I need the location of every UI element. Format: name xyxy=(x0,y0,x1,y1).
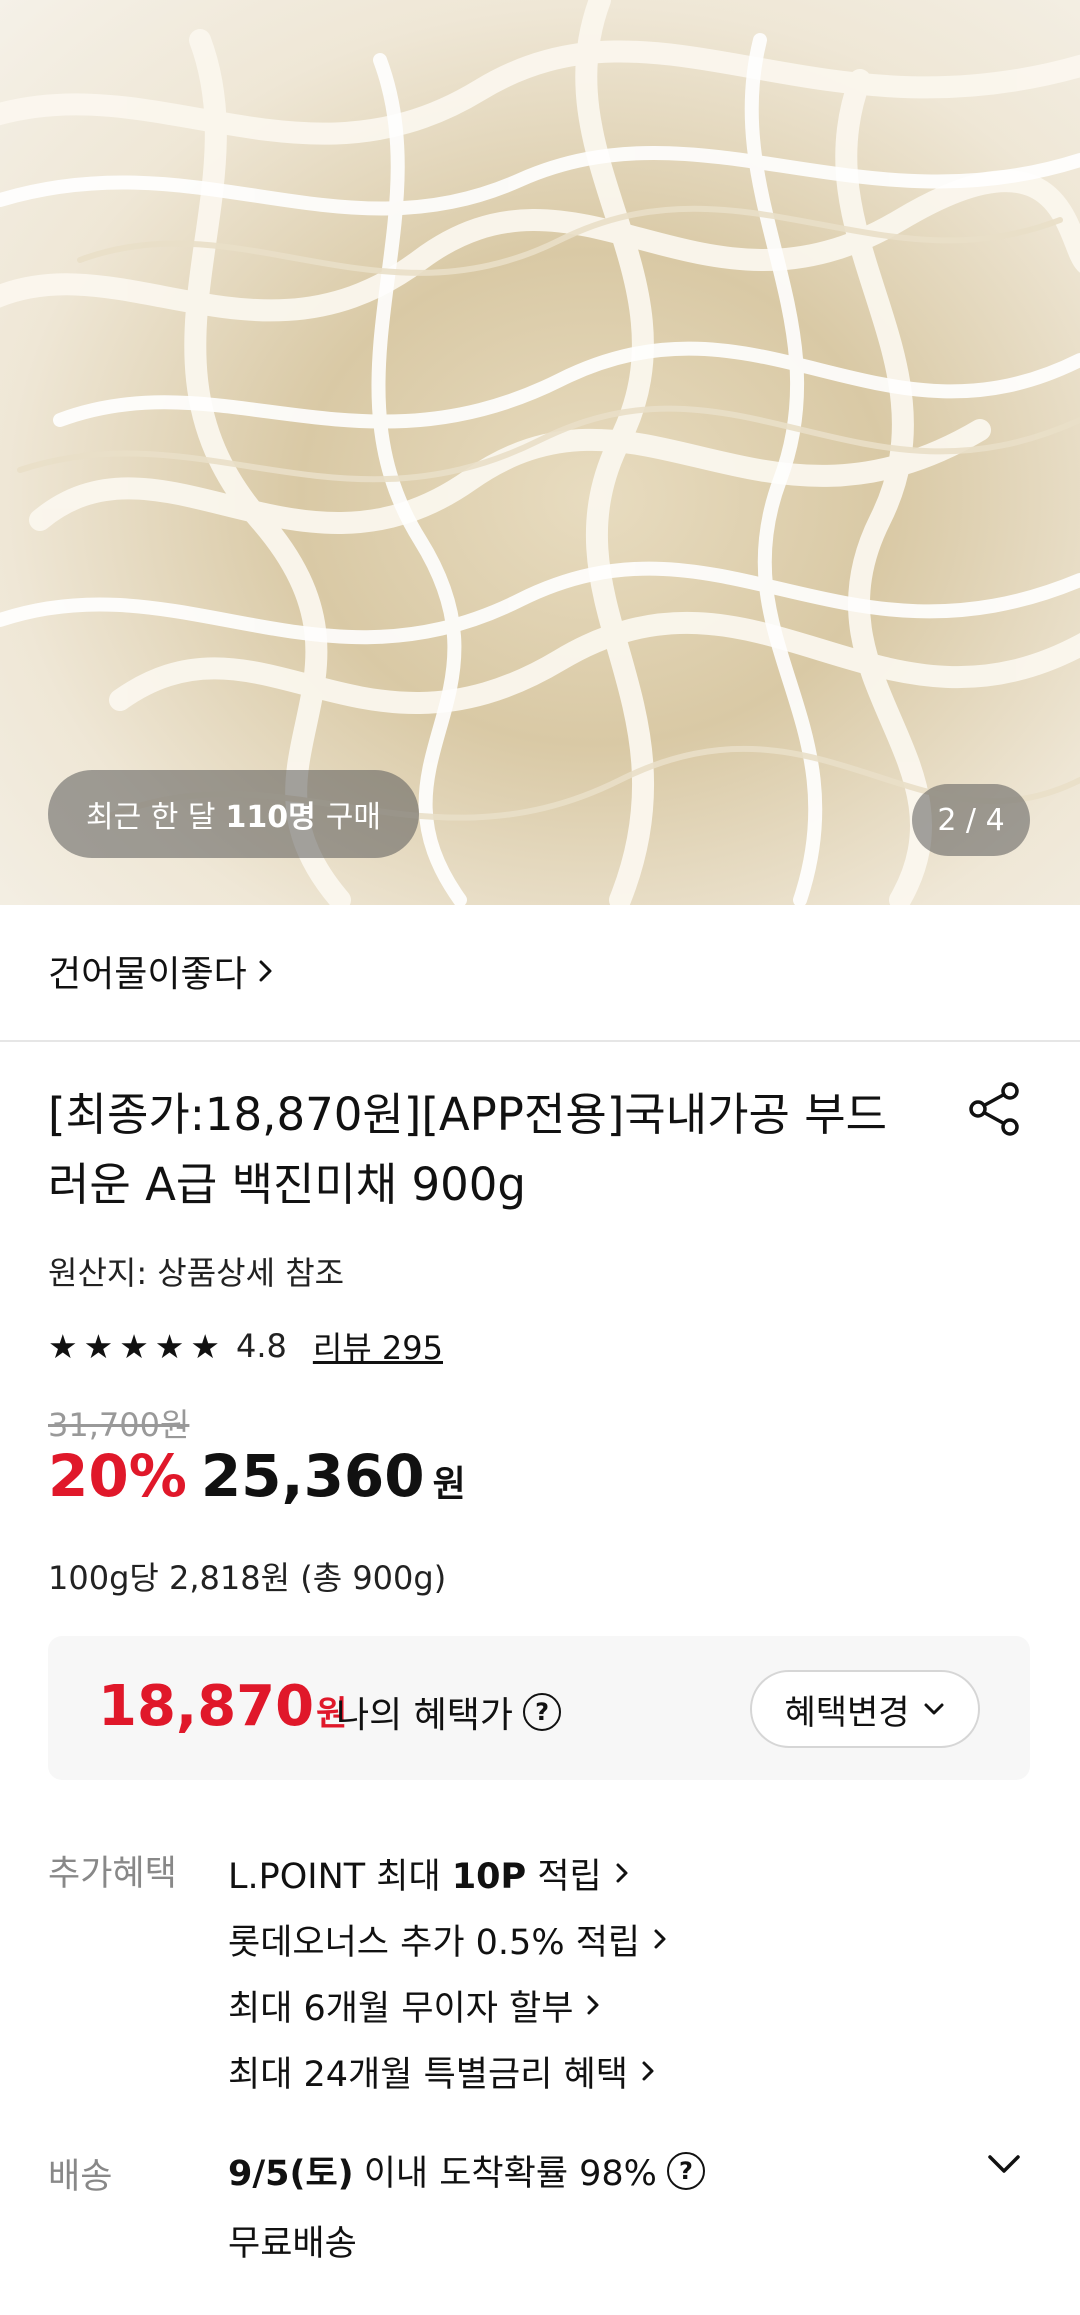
benefit-label-text: 나의 혜택가 xyxy=(336,1695,514,1736)
chevron-right-icon xyxy=(259,960,272,982)
extra-benefit-text: 최대 24개월 특별금리 혜택 xyxy=(228,2054,628,2095)
section-divider xyxy=(0,1040,1080,1042)
sale-price-unit: 원 xyxy=(432,1464,466,1505)
recent-purchase-count: 110명 xyxy=(225,800,316,835)
shipping-estimate: 9/5(토) 이내 도착확률 98% ? xyxy=(228,2145,705,2196)
rating-value: 4.8 xyxy=(235,1327,287,1365)
star-rating: ★ ★ ★ ★ ★ xyxy=(48,1330,220,1363)
recent-purchase-suffix: 구매 xyxy=(325,800,381,835)
store-link[interactable]: 건어물이좋다 xyxy=(48,945,277,997)
star-icon: ★ xyxy=(119,1326,149,1366)
benefit-price: 18,870 원 xyxy=(98,1674,347,1739)
benefit-label: 나의 혜택가 ? xyxy=(336,1686,562,1738)
review-link[interactable]: 리뷰 295 xyxy=(313,1323,443,1369)
extra-benefit-text: 적립 xyxy=(526,1856,602,1897)
image-page-indicator: 2 / 4 xyxy=(912,784,1030,856)
share-button[interactable] xyxy=(966,1080,1024,1138)
shipping-expand-button[interactable] xyxy=(984,2150,1024,2182)
extra-benefit-text: 최대 6개월 무이자 할부 xyxy=(228,1988,574,2029)
discount-rate: 20% xyxy=(48,1442,187,1510)
shipping-probability: 이내 도착확률 98% xyxy=(363,2154,657,2194)
help-icon[interactable]: ? xyxy=(523,1693,562,1731)
unit-price: 100g당 2,818원 (총 900g) xyxy=(48,1559,447,1597)
rating-row: ★ ★ ★ ★ ★ 4.8 리뷰 295 xyxy=(48,1323,443,1369)
shipping-fee: 무료배송 xyxy=(228,2224,357,2264)
recent-purchase-prefix: 최근 한 달 xyxy=(86,800,216,835)
product-image[interactable]: 최근 한 달 110명 구매 2 / 4 xyxy=(0,0,1080,905)
chevron-right-icon xyxy=(587,1995,599,2015)
origin-info: 원산지: 상품상세 참조 xyxy=(48,1254,345,1292)
store-name: 건어물이좋다 xyxy=(48,954,247,995)
extra-benefit-installment[interactable]: 최대 6개월 무이자 할부 xyxy=(228,1972,670,2038)
benefit-price-value: 18,870 xyxy=(98,1674,315,1739)
change-benefit-button[interactable]: 혜택변경 xyxy=(750,1670,980,1748)
sale-price: 25,360 xyxy=(200,1442,425,1510)
extra-benefit-text: 롯데오너스 추가 0.5% 적립 xyxy=(228,1922,641,1963)
star-icon: ★ xyxy=(83,1326,114,1366)
chevron-right-icon xyxy=(654,1929,666,1949)
recent-purchase-badge: 최근 한 달 110명 구매 xyxy=(48,770,419,858)
extra-benefits-label: 추가혜택 xyxy=(48,1854,177,1894)
star-icon: ★ xyxy=(48,1326,78,1366)
chevron-right-icon xyxy=(616,1863,628,1883)
change-benefit-label: 혜택변경 xyxy=(784,1692,910,1733)
extra-benefit-lpoint[interactable]: L.POINT 최대 10P 적립 xyxy=(228,1840,670,1906)
extra-benefit-special-rate[interactable]: 최대 24개월 특별금리 혜택 xyxy=(228,2038,670,2104)
extra-benefit-lotte-owners[interactable]: 롯데오너스 추가 0.5% 적립 xyxy=(228,1906,670,1972)
price-row: 20% 25,360 원 xyxy=(48,1442,466,1510)
help-icon[interactable]: ? xyxy=(666,2151,705,2190)
star-icon: ★ xyxy=(190,1326,220,1366)
chevron-right-icon xyxy=(642,2061,654,2081)
shipping-date: 9/5(토) xyxy=(228,2154,354,2194)
chevron-down-icon xyxy=(924,1703,944,1715)
share-icon xyxy=(969,1082,1019,1136)
extra-benefit-bold: 10P xyxy=(451,1856,527,1897)
original-price: 31,700원 xyxy=(48,1406,190,1444)
shipping-label: 배송 xyxy=(48,2157,113,2197)
benefit-price-box: 18,870 원 나의 혜택가 ? 혜택변경 xyxy=(48,1636,1030,1780)
chevron-down-icon xyxy=(988,2155,1020,2173)
product-title: [최종가:18,870원][APP전용]국내가공 부드러운 A급 백진미채 90… xyxy=(48,1088,888,1211)
extra-benefits-list: L.POINT 최대 10P 적립 롯데오너스 추가 0.5% 적립 최대 6개… xyxy=(228,1840,670,2104)
extra-benefit-text: L.POINT 최대 xyxy=(228,1856,452,1897)
star-icon: ★ xyxy=(154,1326,185,1366)
